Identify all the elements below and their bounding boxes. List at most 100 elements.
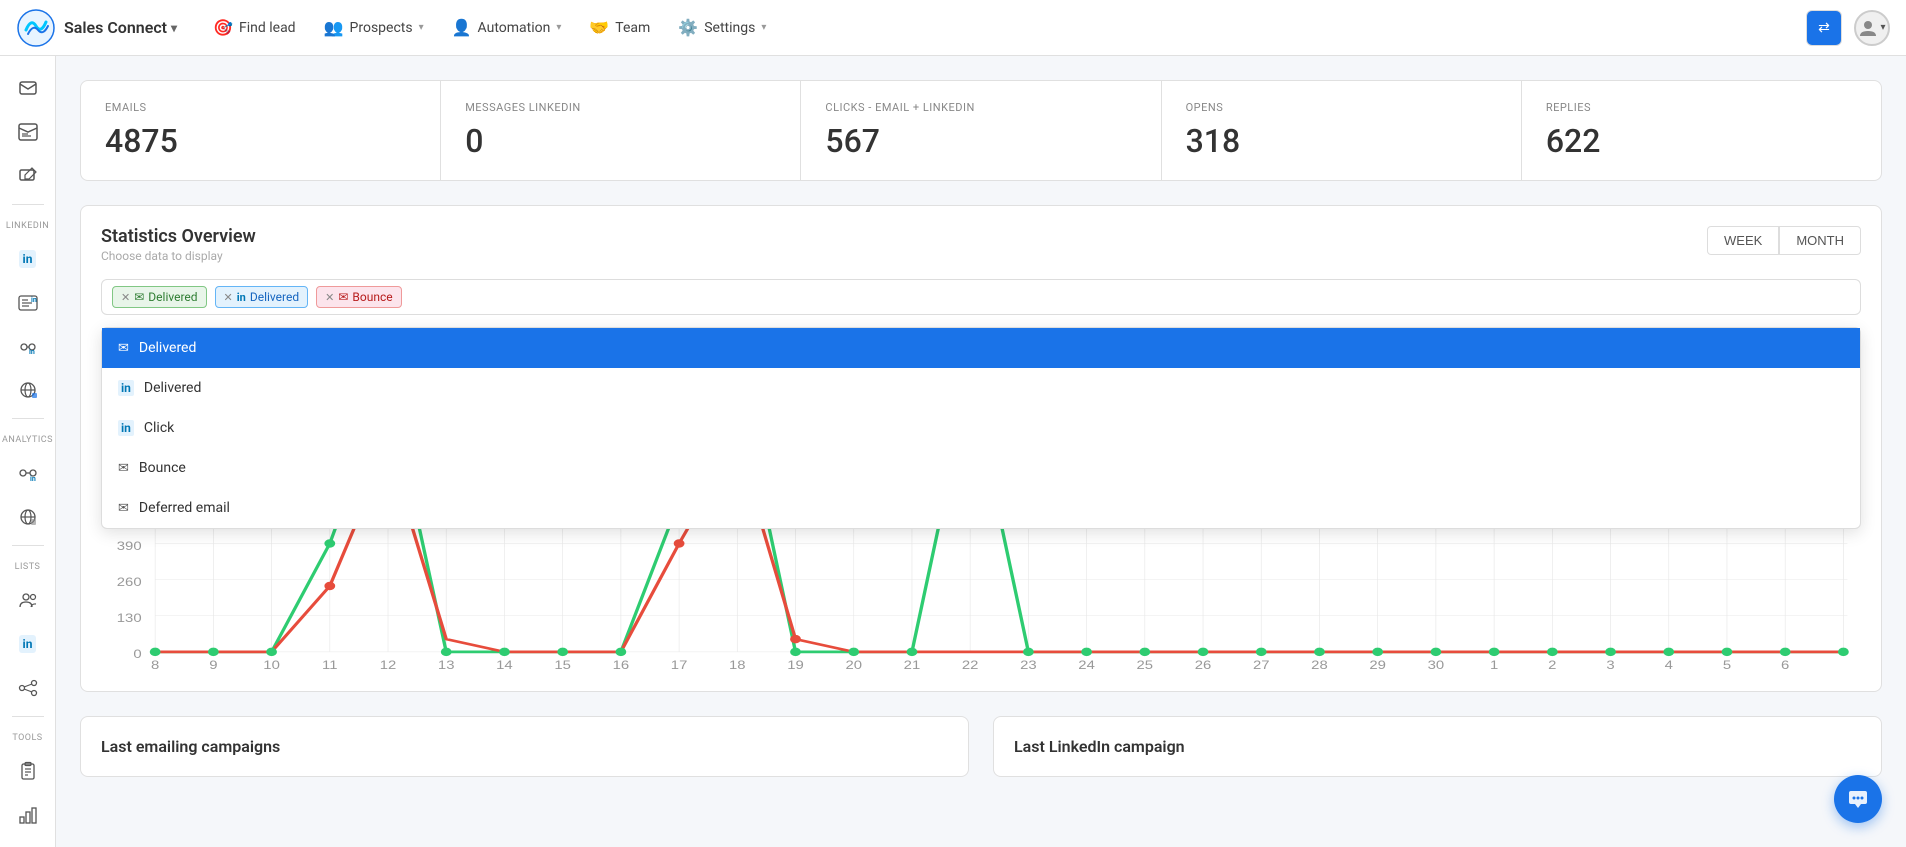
svg-text:2: 2 — [1548, 658, 1556, 671]
svg-text:23: 23 — [1020, 658, 1037, 671]
nav-automation[interactable]: 👤 Automation ▾ — [440, 10, 574, 45]
logo[interactable]: Sales Connect ▾ — [16, 8, 177, 48]
statistics-overview: Statistics Overview Choose data to displ… — [80, 205, 1882, 692]
filter-tag-delivered-linkedin[interactable]: ✕ in Delivered — [215, 286, 309, 308]
svg-text:15: 15 — [554, 658, 571, 671]
sidebar-divider-4 — [12, 716, 44, 717]
filter-tag-delivered-email[interactable]: ✕ ✉ Delivered — [112, 286, 207, 308]
stats-subtitle: Choose data to display — [101, 249, 256, 263]
nav-find-lead[interactable]: 🎯 Find lead — [201, 10, 308, 45]
svg-text:30: 30 — [1428, 658, 1445, 671]
chat-bubble[interactable] — [1834, 775, 1882, 823]
stat-clicks: CLICKS - EMAIL + LINKEDIN 567 — [801, 81, 1161, 180]
sidebar-analytics-link[interactable]: in — [8, 453, 48, 493]
stat-linkedin-messages: MESSAGES LINKEDIN 0 — [441, 81, 801, 180]
close-x-2[interactable]: ✕ — [224, 291, 233, 304]
period-buttons: WEEK MONTH — [1707, 226, 1861, 255]
svg-text:22: 22 — [962, 658, 979, 671]
sidebar-analytics-global[interactable] — [8, 497, 48, 537]
close-x-3[interactable]: ✕ — [325, 291, 334, 304]
svg-text:14: 14 — [496, 658, 513, 671]
nav-prospects[interactable]: 👥 Prospects ▾ — [312, 10, 436, 45]
svg-text:1: 1 — [1490, 658, 1498, 671]
sidebar-lists-linkedin[interactable]: in — [8, 624, 48, 664]
stats-header: Statistics Overview Choose data to displ… — [101, 226, 1861, 263]
svg-text:in: in — [29, 348, 35, 356]
sidebar-linkedin-link[interactable]: in — [8, 327, 48, 367]
svg-text:19: 19 — [787, 658, 804, 671]
svg-text:16: 16 — [613, 658, 630, 671]
stats-row: EMAILS 4875 MESSAGES LINKEDIN 0 CLICKS -… — [80, 80, 1882, 181]
svg-text:28: 28 — [1311, 658, 1328, 671]
settings-icon: ⚙️ — [678, 18, 698, 37]
dropdown-item-email-delivered[interactable]: ✉ Delivered — [102, 328, 1860, 368]
nav-team[interactable]: 🤝 Team — [577, 10, 662, 45]
sidebar-share[interactable] — [8, 668, 48, 708]
svg-text:0: 0 — [133, 648, 141, 661]
sidebar-lists-people[interactable] — [8, 580, 48, 620]
stat-emails-label: EMAILS — [105, 101, 416, 114]
svg-text:in: in — [30, 475, 36, 483]
automation-chevron: ▾ — [556, 22, 561, 33]
svg-text:6: 6 — [1781, 658, 1789, 671]
stat-opens: OPENS 318 — [1162, 81, 1522, 180]
sidebar-list-email[interactable] — [8, 112, 48, 152]
svg-text:26: 26 — [1195, 658, 1212, 671]
svg-text:9: 9 — [209, 658, 217, 671]
stat-replies: REPLIES 622 — [1522, 81, 1881, 180]
svg-text:5: 5 — [1723, 658, 1731, 671]
filter-tags-row[interactable]: ✕ ✉ Delivered ✕ in Delivered ✕ ✉ Bounce — [101, 279, 1861, 315]
clipboard-icon — [18, 761, 38, 781]
period-week-button[interactable]: WEEK — [1707, 226, 1779, 255]
linkedin-icon: in — [19, 250, 37, 268]
stat-replies-value: 622 — [1546, 122, 1857, 160]
sidebar-linkedin[interactable]: in — [8, 239, 48, 279]
svg-text:8: 8 — [151, 658, 159, 671]
user-icon — [1858, 18, 1878, 38]
nav-settings[interactable]: ⚙️ Settings ▾ — [666, 10, 778, 45]
close-x-1[interactable]: ✕ — [121, 291, 130, 304]
sidebar-linkedin-list[interactable]: in — [8, 283, 48, 323]
sidebar-divider-1 — [12, 204, 44, 205]
prospects-icon: 👥 — [324, 18, 344, 37]
bottom-row: Last emailing campaigns Last LinkedIn ca… — [80, 716, 1882, 777]
filter-dropdown: ✉ Delivered in Delivered in Click ✉ Boun… — [101, 327, 1861, 529]
dropdown-email-icon-2: ✉ — [118, 461, 129, 476]
dropdown-item-deferred[interactable]: ✉ Deferred email — [102, 488, 1860, 528]
sidebar-email[interactable] — [8, 68, 48, 108]
svg-text:260: 260 — [117, 576, 142, 589]
dropdown-item-linkedin-delivered[interactable]: in Delivered — [102, 368, 1860, 408]
last-emailing-title: Last emailing campaigns — [101, 737, 948, 756]
svg-text:130: 130 — [117, 612, 142, 625]
nav-right: ⇄ ▾ — [1806, 10, 1890, 46]
svg-text:20: 20 — [845, 658, 862, 671]
last-linkedin-title: Last LinkedIn campaign — [1014, 737, 1861, 756]
list-email-icon — [18, 122, 38, 142]
sidebar-tools-clipboard[interactable] — [8, 751, 48, 791]
stat-clicks-label: CLICKS - EMAIL + LINKEDIN — [825, 101, 1136, 114]
link-linkedin-icon: in — [18, 337, 38, 357]
tools-section-label: TOOLS — [0, 725, 55, 747]
stat-clicks-value: 567 — [825, 122, 1136, 160]
dropdown-item-bounce[interactable]: ✉ Bounce — [102, 448, 1860, 488]
sidebar-tools-chart[interactable] — [8, 795, 48, 835]
svg-text:25: 25 — [1137, 658, 1154, 671]
analytics-link-icon: in — [18, 463, 38, 483]
email-icon — [18, 78, 38, 98]
dropdown-item-linkedin-click[interactable]: in Click — [102, 408, 1860, 448]
stat-opens-label: OPENS — [1186, 101, 1497, 114]
svg-text:27: 27 — [1253, 658, 1270, 671]
compose-icon — [18, 166, 38, 186]
period-month-button[interactable]: MONTH — [1779, 226, 1861, 255]
sidebar-compose[interactable] — [8, 156, 48, 196]
app-name: Sales Connect ▾ — [64, 18, 177, 37]
sidebar-global[interactable] — [8, 371, 48, 411]
stats-title-area: Statistics Overview Choose data to displ… — [101, 226, 256, 263]
analytics-section-label: ANALYTICS — [0, 427, 55, 449]
swap-button[interactable]: ⇄ — [1806, 10, 1842, 46]
user-avatar[interactable]: ▾ — [1854, 10, 1890, 46]
dropdown-linkedin-icon-1: in — [118, 380, 134, 396]
filter-tag-bounce[interactable]: ✕ ✉ Bounce — [316, 286, 402, 308]
email-delivered-icon: ✉ — [134, 290, 144, 304]
stat-replies-label: REPLIES — [1546, 101, 1857, 114]
